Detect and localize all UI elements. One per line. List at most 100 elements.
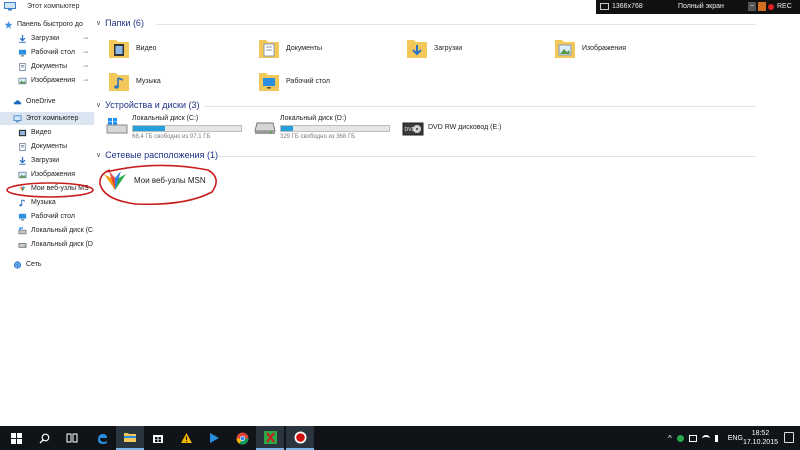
msn-butterfly-icon — [104, 171, 126, 190]
chevron-down-icon[interactable]: ∨ — [96, 151, 101, 159]
taskbar-kaspersky[interactable] — [256, 426, 284, 450]
edge-browser-icon — [97, 433, 107, 444]
recorder-toolbar: 1366x768 Полный экран − REC — [596, 0, 800, 14]
group-title: Сетевые расположения (1) — [105, 150, 218, 160]
taskbar-app-triangle[interactable] — [172, 426, 200, 450]
clock-time: 18:52 — [751, 430, 770, 437]
drive-d[interactable]: Локальный диск (D:) 329 ГБ свободно из 3… — [254, 115, 404, 145]
nav-label: Изображения — [31, 77, 75, 84]
tray-app-icon[interactable] — [676, 434, 684, 442]
recorder-settings-button[interactable] — [758, 2, 766, 11]
taskbar-edge[interactable] — [88, 426, 116, 450]
group-folders-header[interactable]: ∨ Папки (6) — [96, 18, 144, 28]
record-icon — [294, 431, 306, 443]
tray-expand-icon[interactable]: ^ — [668, 434, 672, 443]
search-button[interactable] — [30, 426, 58, 450]
recorder-resolution[interactable]: 1366x768 — [612, 3, 643, 10]
computer-icon — [13, 114, 22, 122]
taskbar-explorer[interactable] — [116, 426, 144, 450]
task-view-button[interactable] — [58, 426, 86, 450]
nav-pc-drive-d[interactable]: Локальный диск (D — [0, 238, 94, 251]
nav-label: Этот компьютер — [26, 115, 79, 122]
battery-icon[interactable] — [688, 434, 697, 442]
group-title: Устройства и диски (3) — [105, 100, 200, 110]
start-button[interactable] — [2, 426, 30, 450]
nav-label: Рабочий стол — [31, 49, 75, 56]
network-location-label: Мои веб-узлы MSN — [134, 176, 206, 185]
nav-pc-downloads[interactable]: Загрузки — [0, 154, 94, 167]
nav-label: Загрузки — [31, 157, 60, 164]
nav-quick-access[interactable]: Панель быстрого до — [0, 18, 94, 31]
documents-icon — [19, 62, 26, 71]
nav-onedrive[interactable]: OneDrive — [0, 95, 94, 108]
video-folder-icon — [109, 40, 129, 58]
taskbar-chrome[interactable] — [228, 426, 256, 450]
drive-usage-bar — [132, 125, 242, 132]
download-arrow-icon — [19, 34, 26, 43]
recorder-mode[interactable]: Полный экран — [678, 3, 724, 10]
nav-label: Локальный диск (C — [31, 227, 93, 234]
folder-music[interactable]: Музыка — [108, 69, 248, 99]
nav-pc-msn-sites[interactable]: Мои веб-узлы MS — [0, 182, 94, 195]
folder-pictures[interactable]: Изображения — [554, 36, 694, 66]
nav-quick-desktop[interactable]: Рабочий стол ⊸ — [0, 46, 94, 59]
nav-network[interactable]: Сеть — [0, 258, 94, 271]
nav-pc-desktop[interactable]: Рабочий стол — [0, 210, 94, 223]
pin-icon[interactable]: ⊸ — [83, 77, 88, 84]
nav-quick-documents[interactable]: Документы ⊸ — [0, 60, 94, 73]
nav-pc-documents[interactable]: Документы — [0, 140, 94, 153]
recorder-rec-label[interactable]: REC — [777, 3, 792, 10]
drive-name: Локальный диск (C:) — [132, 115, 199, 122]
nav-pc-music[interactable]: Музыка — [0, 196, 94, 209]
taskbar-store[interactable] — [144, 426, 172, 450]
nav-pc-drive-c[interactable]: Локальный диск (C — [0, 224, 94, 237]
action-center-icon[interactable] — [784, 432, 794, 443]
taskbar-recorder[interactable] — [286, 426, 314, 450]
music-folder-icon — [109, 73, 129, 91]
folder-label: Документы — [286, 45, 323, 52]
pictures-folder-icon — [555, 40, 575, 58]
video-icon — [18, 129, 27, 136]
volume-icon[interactable] — [714, 434, 722, 442]
taskbar-media-player[interactable] — [200, 426, 228, 450]
music-note-icon — [19, 198, 26, 206]
documents-folder-icon — [259, 40, 279, 58]
pin-icon[interactable]: ⊸ — [83, 49, 88, 56]
download-arrow-icon — [19, 156, 26, 165]
chevron-down-icon[interactable]: ∨ — [96, 101, 101, 109]
pin-icon[interactable]: ⊸ — [83, 63, 88, 70]
task-view-icon — [66, 433, 78, 443]
drive-dvd[interactable]: DVD DVD RW дисковод (E:) — [402, 118, 552, 148]
folder-video[interactable]: Видео — [108, 36, 248, 66]
recorder-minimize-button[interactable]: − — [748, 2, 756, 11]
windows-logo-icon — [10, 432, 22, 444]
documents-icon — [19, 142, 26, 151]
drive-free-space: 329 ГБ свободно из 368 ГБ — [280, 134, 356, 140]
nav-label: Музыка — [31, 199, 56, 206]
nav-label: Панель быстрого до — [17, 21, 83, 28]
nav-quick-downloads[interactable]: Загрузки ⊸ — [0, 32, 94, 45]
folder-documents[interactable]: Документы — [258, 36, 398, 66]
msn-butterfly-icon — [19, 185, 26, 191]
group-devices-header[interactable]: ∨ Устройства и диски (3) — [96, 100, 199, 110]
taskbar: ^ ENG 18:52 17.10.2015 — [0, 426, 800, 450]
nav-this-pc[interactable]: Этот компьютер — [0, 112, 94, 125]
chevron-down-icon[interactable]: ∨ — [96, 19, 101, 27]
pin-icon[interactable]: ⊸ — [83, 35, 88, 42]
folder-desktop[interactable]: Рабочий стол — [258, 69, 398, 99]
drive-c[interactable]: Локальный диск (C:) 68,4 ГБ свободно из … — [106, 115, 256, 145]
nav-pc-video[interactable]: Видео — [0, 126, 94, 139]
nav-pc-pictures[interactable]: Изображения — [0, 168, 94, 181]
folder-downloads[interactable]: Загрузки — [406, 36, 546, 66]
network-location-msn[interactable]: Мои веб-узлы MSN — [102, 170, 242, 194]
clock[interactable]: 18:52 17.10.2015 — [743, 429, 778, 447]
store-icon — [153, 435, 163, 443]
drive-name: DVD RW дисковод (E:) — [428, 124, 502, 131]
warning-app-icon — [180, 433, 192, 443]
network-tray-icon[interactable] — [701, 434, 710, 442]
antivirus-icon — [263, 430, 277, 444]
nav-quick-pictures[interactable]: Изображения ⊸ — [0, 74, 94, 87]
group-network-header[interactable]: ∨ Сетевые расположения (1) — [96, 150, 218, 160]
network-icon — [13, 260, 22, 269]
language-indicator[interactable]: ENG — [728, 435, 743, 442]
